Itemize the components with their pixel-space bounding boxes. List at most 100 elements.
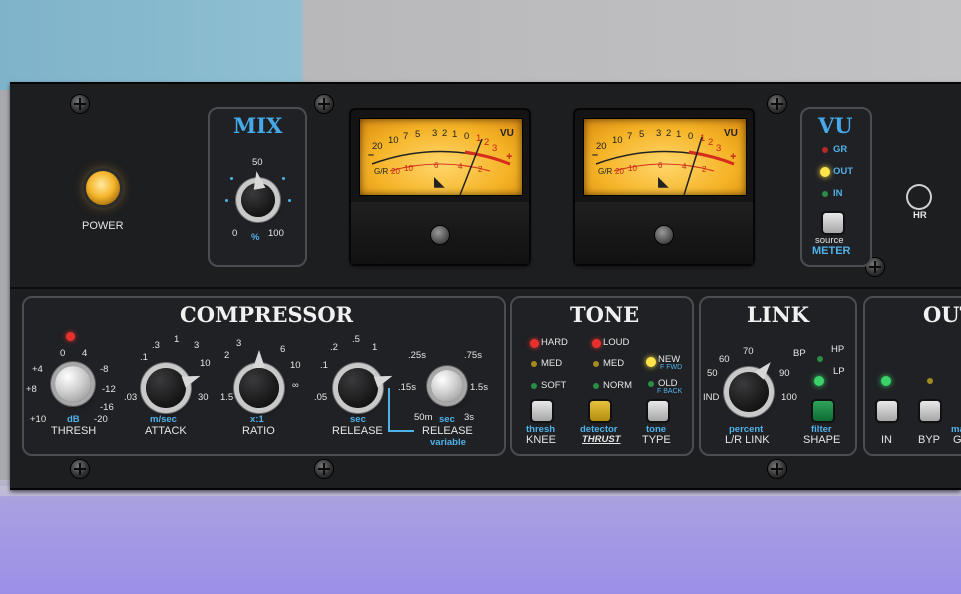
vu-out-option[interactable]: OUT xyxy=(833,166,853,177)
filter-lp-option[interactable]: LP xyxy=(833,366,845,377)
thresh-scale: +4 xyxy=(32,364,43,375)
filter-lp-led-icon xyxy=(814,376,824,386)
ratio-knob[interactable] xyxy=(239,350,279,408)
mix-knob[interactable] xyxy=(241,183,275,217)
detector-loud-option[interactable]: LOUD xyxy=(603,337,629,348)
link-knob[interactable] xyxy=(729,372,769,412)
screw-icon xyxy=(768,460,786,478)
compressor-title: COMPRESSOR xyxy=(180,302,354,327)
vu-meter-face: 20 10 7 5 3 2 1 0 1 2 3 VU – + G/R 20 10… xyxy=(583,118,747,196)
vu-in-option[interactable]: IN xyxy=(833,188,843,199)
thresh-scale: 4 xyxy=(82,348,88,359)
link-scale: 100 xyxy=(781,392,797,403)
meter-zero-screw[interactable] xyxy=(655,226,673,244)
knee-med-option[interactable]: MED xyxy=(541,358,562,369)
vu-gr-option[interactable]: GR xyxy=(833,144,847,155)
vu-label: VU xyxy=(724,128,738,139)
vu-gr-scale: 4 xyxy=(458,162,463,171)
vu-scale-5: 5 xyxy=(415,129,421,140)
attack-scale: 1 xyxy=(174,334,180,345)
link-scale: IND xyxy=(703,392,720,403)
knob-pointer xyxy=(251,170,266,190)
vu-meter-right: 20 10 7 5 3 2 1 0 1 2 3 VU – + G/R 20 10… xyxy=(575,110,753,264)
detector-button[interactable] xyxy=(590,401,610,421)
meter-zero-screw[interactable] xyxy=(431,226,449,244)
ratio-scale: 10 xyxy=(290,360,301,371)
thresh-knob[interactable] xyxy=(55,366,91,402)
thresh-unit: dB xyxy=(67,414,80,425)
detector-label: THRUST xyxy=(582,434,621,445)
vu-scale-10: 10 xyxy=(388,135,399,146)
link-scale: 60 xyxy=(719,354,730,365)
type-old-sub: F BACK xyxy=(657,388,683,395)
screw-icon xyxy=(71,95,89,113)
type-button[interactable] xyxy=(648,401,668,421)
output-title: OUT xyxy=(923,302,961,327)
vu-source-button[interactable] xyxy=(823,213,843,233)
vu-scale-plus1: 1 xyxy=(700,133,706,144)
knee-med-led-icon xyxy=(531,361,537,367)
vu-meter-face: 20 10 7 5 3 2 1 0 1 2 3 VU – + G/R 20 10… xyxy=(359,118,523,196)
release-scale: .1 xyxy=(320,360,328,371)
release-knob[interactable] xyxy=(338,368,378,408)
detector-norm-led-icon xyxy=(593,383,599,389)
release-link-line xyxy=(388,430,414,432)
mix-panel: MIX 50 0 % 100 xyxy=(208,107,307,267)
filter-shape-button[interactable] xyxy=(813,401,833,421)
detector-med-option[interactable]: MED xyxy=(603,358,624,369)
release-link-line xyxy=(388,388,390,432)
output-byp-label: BYP xyxy=(918,434,941,446)
filter-bp-option[interactable]: BP xyxy=(793,348,806,359)
link-panel: LINK 70 60 50 IND 90 100 percent L/R LIN… xyxy=(699,296,857,456)
type-old-led-icon xyxy=(648,381,654,387)
release-scale: 1 xyxy=(372,342,378,353)
screw-icon xyxy=(768,95,786,113)
output-byp-led-icon xyxy=(927,378,933,384)
filter-bp-led-icon xyxy=(817,356,823,362)
release-scale: .5 xyxy=(352,334,360,345)
power-label: POWER xyxy=(82,220,124,232)
release-var-scale: 1.5s xyxy=(470,382,488,393)
vu-gr-scale: 6 xyxy=(658,161,663,170)
vu-scale-plus2: 2 xyxy=(708,137,714,148)
link-label: L/R LINK xyxy=(725,434,770,446)
thresh-scale: +10 xyxy=(30,414,47,425)
knee-soft-option[interactable]: SOFT xyxy=(541,380,566,391)
output-in-button[interactable] xyxy=(877,401,897,421)
vu-gr-scale: 10 xyxy=(404,164,413,173)
ratio-scale: 2 xyxy=(224,350,230,361)
filter-hp-option[interactable]: HP xyxy=(831,344,844,355)
knob-pointer xyxy=(253,350,265,368)
vu-scale-0: 0 xyxy=(688,131,694,142)
knee-button[interactable] xyxy=(532,401,552,421)
vu-scale-plus1: 1 xyxy=(476,133,482,144)
vu-plus: + xyxy=(730,151,737,163)
detector-norm-option[interactable]: NORM xyxy=(603,380,632,391)
meter-logo-icon: ◣ xyxy=(658,173,669,189)
vu-scale-1: 1 xyxy=(676,129,682,140)
ratio-scale: 1.5 xyxy=(220,392,234,403)
output-bypass-button[interactable] xyxy=(920,401,940,421)
vu-meter-left: 20 10 7 5 3 2 1 0 1 2 3 VU – + G/R 20 10… xyxy=(351,110,529,264)
background-top xyxy=(0,0,961,90)
vu-scale-2: 2 xyxy=(666,128,672,139)
hr-toggle-icon[interactable] xyxy=(908,186,930,208)
hr-label: HR xyxy=(913,210,927,221)
scale-dot xyxy=(225,199,228,202)
type-new-led-icon xyxy=(646,357,656,367)
detector-med-led-icon xyxy=(593,361,599,367)
compressor-panel: COMPRESSOR 0 4 -8 -12 -16 -20 +10 +8 +4 … xyxy=(22,296,506,456)
release-variable-knob[interactable] xyxy=(431,370,463,402)
vu-scale-3: 3 xyxy=(656,128,662,139)
release-scale: .2 xyxy=(330,342,338,353)
ratio-scale: ∞ xyxy=(292,380,299,391)
power-button[interactable] xyxy=(86,171,120,205)
knee-hard-option[interactable]: HARD xyxy=(541,337,568,348)
attack-knob[interactable] xyxy=(146,368,186,408)
rack-divider xyxy=(10,287,961,289)
release-label: RELEASE xyxy=(332,425,383,437)
release-var-unit: sec xyxy=(439,414,455,425)
vu-gr-scale: 2 xyxy=(702,165,707,174)
release-unit: sec xyxy=(350,414,366,425)
type-new-sub: F FWD xyxy=(660,364,683,371)
